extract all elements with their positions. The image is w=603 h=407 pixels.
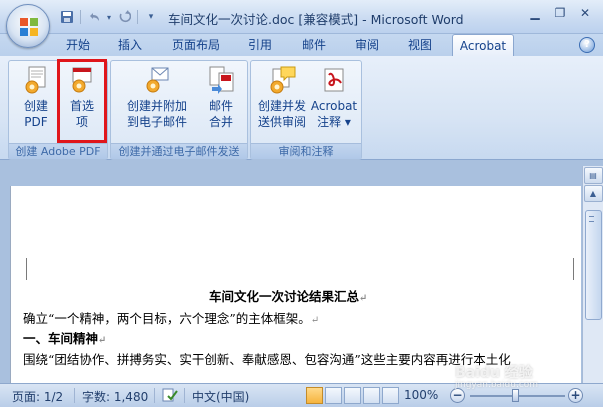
paragraph-mark: ↵ [359,293,368,304]
create-send-review-label-2: 送供审阅 [257,115,306,129]
create-attach-email-icon [142,65,172,95]
tab-review[interactable]: 审阅 [347,34,387,56]
scroll-grip-icon [589,216,594,222]
undo-dropdown-icon[interactable]: ▾ [105,8,113,26]
create-pdf-icon [21,65,51,95]
tab-home[interactable]: 开始 [58,34,98,56]
document-page[interactable]: 车间文化一次讨论结果汇总↵ 确立“一个精神，两个目标，六个理念”的主体框架。↵ … [10,186,581,383]
print-layout-icon[interactable] [306,387,323,404]
save-icon[interactable] [58,8,76,26]
qat-separator [137,10,138,24]
acrobat-comments-button[interactable]: Acrobat 注释 ▾ [309,65,359,130]
paragraph-mark: ↵ [98,335,107,346]
spelling-check-icon[interactable] [162,388,178,405]
create-send-review-icon [267,65,297,95]
ribbon-tabs: 开始 插入 页面布局 引用 邮件 审阅 视图 Acrobat ? [0,34,603,57]
tab-references[interactable]: 引用 [240,34,280,56]
tab-acrobat[interactable]: Acrobat [452,34,514,57]
restore-icon[interactable]: ❐ [548,4,572,22]
window-controls: ▁ ❐ ✕ [523,4,597,22]
window-title: 车间文化一次讨论.doc [兼容模式] - Microsoft Word [168,12,464,27]
customize-icon[interactable]: ▾ [142,8,160,26]
create-send-review-button[interactable]: 创建并发 送供审阅 [255,65,309,130]
tab-insert[interactable]: 插入 [110,34,150,56]
qat-separator [80,10,81,24]
create-pdf-button[interactable]: 创建 PDF [15,65,57,130]
group-label-create-pdf: 创建 Adobe PDF [9,143,107,159]
preferences-highlight-box [57,59,107,143]
title-bar: ▾ ▾ 车间文化一次讨论.doc [兼容模式] - Microsoft Word… [0,0,603,34]
create-attach-email-button[interactable]: 创建并附加 到电子邮件 [117,65,197,130]
status-separator [184,388,185,403]
create-attach-email-label-2: 到电子邮件 [126,115,187,129]
zoom-in-icon[interactable]: + [568,388,583,403]
margin-corner-mark [573,258,581,280]
mail-merge-label-1: 邮件 [208,99,233,113]
baidu-watermark: Baidu 经验 jingyan.baidu.com [455,365,539,390]
ruler-toggle-icon[interactable]: ▤ [583,167,603,184]
status-separator [74,388,75,403]
acrobat-comments-label-2: 注释 ▾ [317,115,351,129]
status-separator [154,388,155,403]
group-create-email: 创建并附加 到电子邮件 邮件 合并 创建并通过电子邮件发送 [110,60,248,160]
zoom-out-icon[interactable]: − [450,388,465,403]
paragraph-mark: ↵ [310,315,320,326]
create-send-review-label-1: 创建并发 [257,99,306,113]
office-logo-icon [20,18,38,36]
quick-access-toolbar: ▾ ▾ [58,8,160,26]
mail-merge-label-2: 合并 [208,115,233,129]
document-heading: 一、车间精神↵ [23,331,107,346]
status-page[interactable]: 页面: 1/2 [12,388,63,405]
tab-page-layout[interactable]: 页面布局 [164,34,228,56]
minimize-icon[interactable]: ▁ [523,4,547,22]
scroll-thumb[interactable] [585,210,602,320]
web-layout-icon[interactable] [344,387,361,404]
vertical-scrollbar[interactable]: ▤ ▲ [582,166,603,383]
redo-icon[interactable] [115,8,133,26]
close-icon[interactable]: ✕ [573,4,597,22]
group-label-review-comment: 审阅和注释 [251,143,361,159]
margin-corner-mark [19,258,27,280]
status-words[interactable]: 字数: 1,480 [82,388,148,405]
help-icon[interactable]: ? [579,37,595,53]
acrobat-comments-label-1: Acrobat [310,99,358,113]
create-pdf-label-1: 创建 [23,99,48,113]
create-attach-email-label-1: 创建并附加 [126,99,187,113]
undo-icon[interactable] [85,8,103,26]
outline-view-icon[interactable] [363,387,380,404]
status-language[interactable]: 中文(中国) [192,388,249,405]
create-pdf-label-2: PDF [24,115,48,129]
full-screen-reading-icon[interactable] [325,387,342,404]
document-area: 车间文化一次讨论结果汇总↵ 确立“一个精神，两个目标，六个理念”的主体框架。↵ … [0,160,603,383]
document-line: 确立“一个精神，两个目标，六个理念”的主体框架。↵ [23,311,320,326]
mail-merge-button[interactable]: 邮件 合并 [199,65,243,130]
group-label-create-email: 创建并通过电子邮件发送 [111,143,247,159]
scroll-up-icon[interactable]: ▲ [583,185,603,202]
zoom-slider-thumb[interactable] [512,389,519,402]
tab-view[interactable]: 视图 [400,34,440,56]
group-review-comment: 创建并发 送供审阅 Acrobat 注释 ▾ 审阅和注释 [250,60,362,160]
office-button[interactable] [6,4,50,48]
mail-merge-icon [206,65,236,95]
document-title: 车间文化一次讨论结果汇总↵ [209,289,368,304]
acrobat-comments-icon [319,65,349,95]
document-line: 围绕“团结协作、拼搏务实、实干创新、奉献感恩、包容沟通”这些主要内容再进行本土化 [23,352,511,367]
zoom-level[interactable]: 100% [404,388,438,402]
tab-mailings[interactable]: 邮件 [294,34,334,56]
draft-view-icon[interactable] [382,387,399,404]
